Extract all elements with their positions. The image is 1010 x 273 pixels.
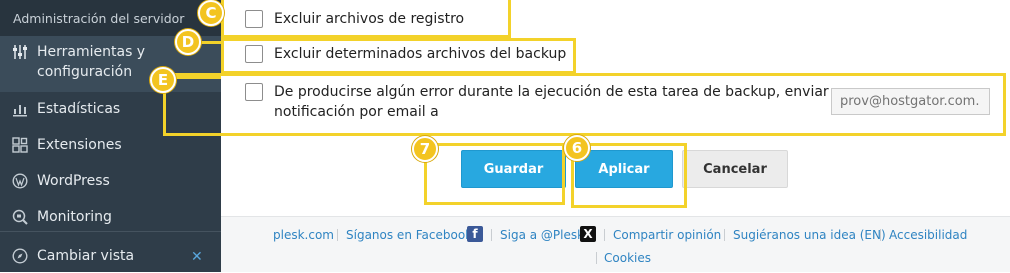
sliders-icon [13,45,27,59]
facebook-icon[interactable]: f [467,226,483,242]
sidebar-item-label: Estadísticas [37,101,121,117]
footer-separator [604,229,605,241]
footer-separator [337,229,338,241]
footer-separator [880,229,881,241]
footer-link-idea[interactable]: Sugiéranos una idea (EN) [733,228,886,242]
close-icon[interactable]: ✕ [191,249,203,265]
annotation-box-7 [424,143,565,205]
annotation-connector-e [172,76,221,79]
compass-icon [12,248,28,264]
sidebar-item-monitoring[interactable]: Monitoring [0,206,221,230]
sidebar-header-label: Administración del servidor [13,11,185,26]
annotation-box-d [221,38,576,74]
annotation-badge-d: D [175,29,201,55]
footer-link-accessibility[interactable]: Accesibilidad [889,228,967,242]
sidebar-item-label: WordPress [37,173,110,189]
footer-separator [724,229,725,241]
sidebar-item-extensions[interactable]: Extensiones [0,134,221,158]
annotation-box-e [163,73,1006,136]
footer-link-plesk[interactable]: plesk.com [273,228,334,242]
footer-link-facebook[interactable]: Síganos en Facebook [346,228,472,242]
wordpress-icon [12,173,28,189]
annotation-badge-6: 6 [564,135,590,161]
sidebar-item-label: Extensiones [37,137,122,153]
annotation-box-c [221,0,511,38]
footer-link-feedback[interactable]: Compartir opinión [613,228,721,242]
footer-separator [491,229,492,241]
sidebar-item-label-line2: configuración [37,64,133,80]
annotation-badge-7: 7 [412,136,438,162]
sidebar-item-label: Monitoring [37,209,112,225]
sidebar-item-wordpress[interactable]: WordPress [0,170,221,194]
x-icon[interactable]: X [580,226,596,242]
sidebar-item-label: Herramientas y [37,44,146,60]
sidebar-item-label: Cambiar vista [37,248,135,264]
footer-separator [596,252,597,264]
bar-chart-icon [13,105,27,117]
annotation-badge-e: E [150,67,176,93]
monitoring-icon [12,209,28,225]
annotation-badge-c: C [198,0,224,26]
footer-link-twitter[interactable]: Siga a @Plesk [500,228,584,242]
sidebar-item-switch-view[interactable]: Cambiar vista [0,246,221,268]
cancel-button[interactable]: Cancelar [682,150,788,188]
footer-link-cookies[interactable]: Cookies [604,251,651,265]
extensions-icon [12,137,28,153]
sidebar-divider [0,231,221,232]
